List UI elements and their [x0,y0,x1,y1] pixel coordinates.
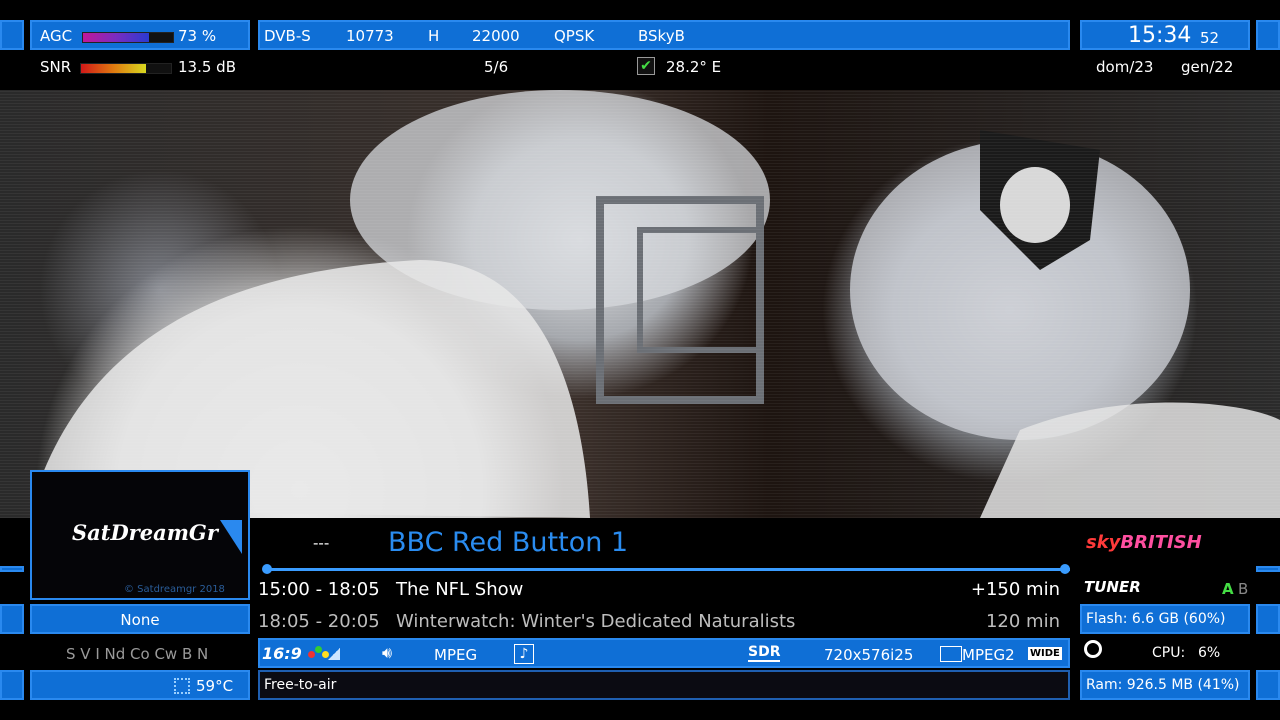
epg-title: Winterwatch: Winter's Dedicated Naturali… [396,611,796,632]
tuner-b: B [1238,580,1249,598]
agc-meter [82,32,174,43]
video-resolution: 720x576i25 [824,646,914,664]
sdr-badge: SDR [748,644,781,662]
transponder-panel: DVB-S 10773 H 22000 QPSK BSkyB [258,20,1070,50]
left-edge-tab-bottom [0,670,24,700]
network-logo: skyBRITISH [1086,532,1202,553]
skin-logo-text: SatDreamGr [72,520,218,545]
frequency: 10773 [346,27,394,45]
ram-panel: Ram: 926.5 MB (41%) [1080,670,1250,700]
symbol-rate: 22000 [472,27,520,45]
snr-label: SNR [40,58,72,76]
video-scene [30,90,1280,518]
progress-end-dot [1060,564,1070,574]
agc-value: 73 % [178,27,217,45]
delivery-system: DVB-S [264,27,311,45]
signal-panel: AGC 73 % [30,20,250,50]
epg-time: 15:00 - 18:05 [258,579,380,600]
video-codec: MPEG2 [962,646,1015,664]
flash-usage: Flash: 6.6 GB (60%) [1086,611,1226,627]
fec: 5/6 [484,58,509,76]
crypt-status: None [120,611,160,629]
ram-usage: Ram: 926.5 MB (41%) [1086,677,1240,693]
caid-list: S V I Nd Co Cw B N [66,645,209,663]
tuner-a: A [1222,580,1234,598]
teletext-dots-icon [306,645,346,665]
chip-icon [174,678,190,694]
skin-logo-triangle [220,520,242,554]
aspect-ratio: 16:9 [262,644,302,663]
channel-number: --- [313,534,330,552]
clock-panel: 15:34 52 [1080,20,1250,50]
orbital-position: 28.2° E [666,58,722,76]
date-day: dom/23 [1096,58,1154,76]
clock-seconds: 52 [1200,29,1220,47]
epg-duration: +150 min [970,579,1060,600]
skin-copyright: © Satdreamgr 2018 [124,584,225,595]
epg-duration: 120 min [985,611,1060,632]
music-note-icon: ♪ [514,644,534,664]
left-edge-tab-top [0,20,24,50]
cpu-label: CPU: [1152,645,1186,661]
speaker-icon: 🔊︎ [382,643,393,662]
sky-logo: sky [1086,532,1121,553]
date-month: gen/22 [1181,58,1234,76]
wide-badge: WIDE [1028,647,1062,660]
right-edge-tab-top [1256,20,1280,50]
epg-row-now: 15:00 - 18:05 The NFL Show +150 min [256,578,1066,604]
left-edge-tab-mid [0,566,24,572]
event-progress-bar [265,568,1070,571]
flash-panel: Flash: 6.6 GB (60%) [1080,604,1250,634]
channel-header [250,518,1080,568]
progress-start-dot [262,564,272,574]
temperature: 59°C [196,677,234,695]
av-info-bar: 16:9 🔊︎ MPEG ♪ SDR 720x576i25 MPEG2 WIDE [258,638,1070,668]
video-frame [0,90,1280,518]
clock-time: 15:34 [1128,23,1192,48]
modulation: QPSK [554,27,595,45]
epg-row-next: 18:05 - 20:05 Winterwatch: Winter's Dedi… [256,610,1066,636]
audio-codec: MPEG [434,646,478,664]
british-logo: BRITISH [1120,532,1202,553]
epg-time: 18:05 - 20:05 [258,611,380,632]
polarization: H [428,27,440,45]
channel-name: BBC Red Button 1 [388,527,629,558]
snr-meter [80,63,172,74]
right-edge-tab-bottom [1256,670,1280,700]
cpu-gauge-icon [1084,640,1102,658]
epg-title: The NFL Show [396,579,524,600]
tuner-label: TUNER [1084,578,1141,596]
snr-value: 13.5 dB [178,58,236,76]
check-icon: ✔ [637,57,655,75]
access-status: Free-to-air [264,677,337,693]
temperature-panel: 59°C [30,670,250,700]
access-bar: Free-to-air [258,670,1070,700]
provider: BSkyB [638,27,685,45]
crypt-panel: None [30,604,250,634]
agc-label: AGC [40,27,73,45]
video-codec-icon [940,646,962,662]
right-edge-tab-flash [1256,604,1280,634]
skin-logo-box: SatDreamGr © Satdreamgr 2018 [30,470,250,600]
left-edge-tab-crypt [0,604,24,634]
right-edge-tab-mid [1256,566,1280,572]
cpu-value: 6% [1198,645,1221,661]
